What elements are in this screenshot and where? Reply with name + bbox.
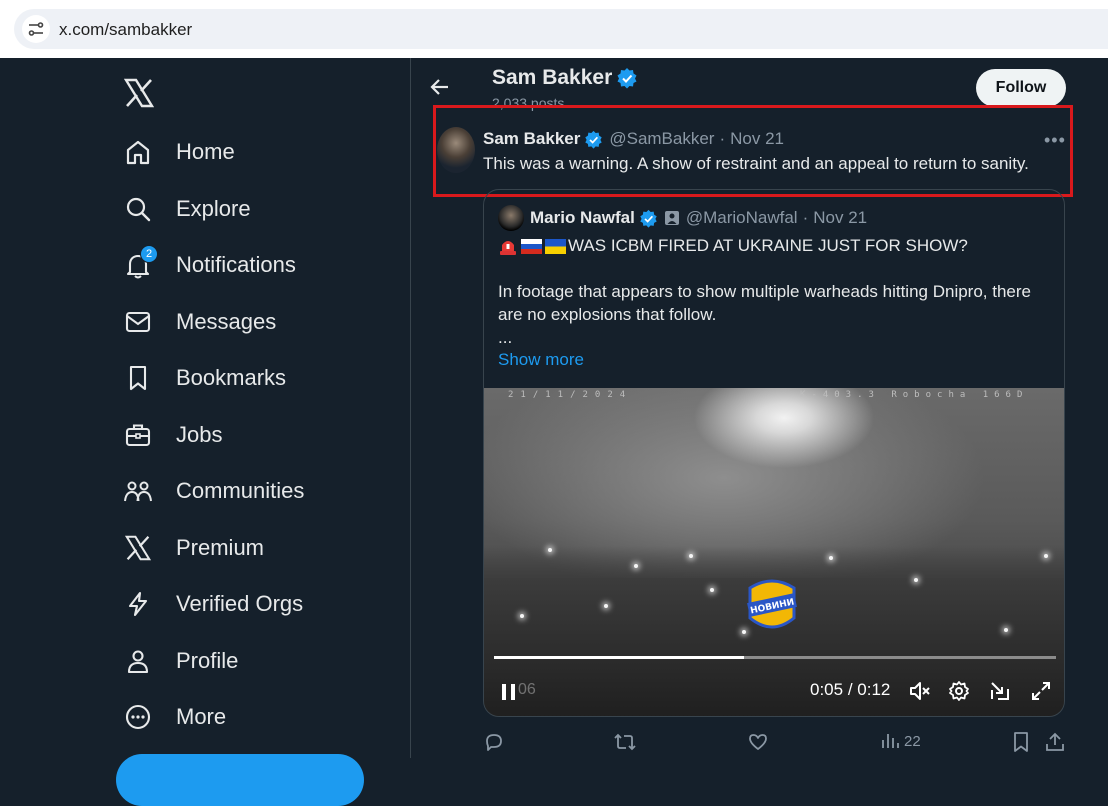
- nav-bookmarks[interactable]: Bookmarks: [122, 358, 286, 398]
- video-current-time: 0:05: [810, 680, 844, 699]
- site-info-icon[interactable]: [22, 15, 50, 43]
- nav-communities-label: Communities: [176, 478, 305, 503]
- video-light: [1004, 628, 1008, 632]
- video-camera-overlay: K-403.3 Robocha 166D: [800, 390, 1029, 400]
- verified-badge-icon: [616, 67, 638, 89]
- address-bar[interactable]: x.com/sambakker: [14, 9, 1108, 49]
- pip-icon[interactable]: [989, 680, 1011, 707]
- quote-headline: WAS ICBM FIRED AT UKRAINE JUST FOR SHOW?: [498, 236, 968, 256]
- nav-messages[interactable]: Messages: [122, 302, 276, 342]
- highlight-box: [433, 105, 1073, 197]
- nav-verified-orgs-label: Verified Orgs: [176, 591, 304, 616]
- nav-explore[interactable]: Explore: [122, 189, 251, 229]
- quoted-tweet[interactable]: Mario Nawfal @MarioNawfal · Nov 21 WAS I…: [483, 189, 1065, 717]
- news-channel-logo: НОВИНИ: [742, 574, 802, 638]
- video-light: [710, 588, 714, 592]
- russia-flag-icon: [521, 238, 542, 254]
- url-text: x.com/sambakker: [59, 20, 193, 39]
- quote-ellipsis: ...: [498, 328, 513, 347]
- nav-profile[interactable]: Profile: [122, 641, 238, 681]
- nav-jobs-label: Jobs: [176, 422, 223, 447]
- nav-explore-label: Explore: [176, 196, 251, 221]
- nav-home-label: Home: [176, 139, 235, 164]
- repost-icon[interactable]: [613, 731, 637, 753]
- more-circle-icon: [122, 701, 154, 733]
- views-count: 22: [904, 732, 921, 750]
- nav-more[interactable]: More: [122, 697, 226, 737]
- video-time: 0:05 / 0:12: [810, 680, 890, 700]
- nav-messages-label: Messages: [176, 309, 277, 334]
- ghost-time: 06: [518, 681, 536, 698]
- people-icon: [122, 475, 154, 507]
- x-logo-icon: [122, 532, 154, 564]
- nav-notifications-label: Notifications: [176, 252, 296, 277]
- quote-separator: ·: [802, 208, 809, 227]
- bell-icon: 2: [122, 245, 158, 281]
- like-icon[interactable]: [747, 731, 769, 753]
- nav-notifications[interactable]: 2 Notifications: [122, 245, 296, 285]
- home-icon: [122, 136, 154, 168]
- quote-body: In footage that appears to show multiple…: [498, 282, 1031, 324]
- tweet-actions: 22: [483, 729, 1067, 757]
- nav-premium[interactable]: Premium: [122, 528, 264, 568]
- video-light: [604, 604, 608, 608]
- video-light: [634, 564, 638, 568]
- quote-headline-text: WAS ICBM FIRED AT UKRAINE JUST FOR SHOW?: [568, 236, 968, 255]
- notification-badge: 2: [140, 245, 158, 263]
- browser-toolbar: x.com/sambakker: [0, 0, 1108, 58]
- bookmark-icon[interactable]: [1011, 731, 1031, 753]
- video-player[interactable]: 21/11/2024 K-403.3 Robocha 166D НОВИНИ 0…: [484, 388, 1064, 716]
- video-light: [689, 554, 693, 558]
- show-more-link[interactable]: Show more: [498, 350, 584, 370]
- nav-jobs[interactable]: Jobs: [122, 415, 222, 455]
- profile-name: Sam Bakker: [492, 66, 638, 90]
- nav-verified-orgs[interactable]: Verified Orgs: [122, 584, 303, 624]
- post-button[interactable]: [116, 754, 364, 806]
- search-icon: [122, 193, 154, 225]
- verified-badge-icon: [639, 209, 658, 228]
- nav-bookmarks-label: Bookmarks: [176, 365, 287, 390]
- video-duration: 0:12: [857, 680, 891, 699]
- video-progress-bar[interactable]: [494, 656, 1056, 659]
- video-light: [520, 614, 524, 618]
- affiliate-badge-icon: [664, 210, 680, 226]
- video-light: [829, 556, 833, 560]
- bookmark-icon: [122, 362, 154, 394]
- quote-author-handle[interactable]: @MarioNawfal: [686, 208, 798, 228]
- video-time-sep: /: [843, 680, 858, 699]
- follow-button[interactable]: Follow: [976, 69, 1066, 107]
- ukraine-flag-icon: [545, 238, 566, 254]
- pause-icon[interactable]: [500, 682, 518, 707]
- video-light: [1044, 554, 1048, 558]
- nav-home[interactable]: Home: [122, 132, 235, 172]
- video-timestamp-overlay: 21/11/2024: [508, 390, 633, 400]
- briefcase-icon: [122, 419, 154, 451]
- views-stat[interactable]: 22: [880, 731, 921, 751]
- mute-icon[interactable]: [908, 680, 932, 707]
- envelope-icon: [122, 306, 154, 338]
- quote-avatar[interactable]: [498, 205, 524, 231]
- quote-date[interactable]: Nov 21: [813, 208, 867, 228]
- quote-author-name[interactable]: Mario Nawfal: [530, 208, 635, 228]
- video-progress-fill: [494, 656, 745, 659]
- fullscreen-icon[interactable]: [1030, 680, 1052, 707]
- settings-gear-icon[interactable]: [948, 680, 970, 707]
- views-icon: [880, 731, 900, 751]
- video-light: [914, 578, 918, 582]
- back-arrow-icon[interactable]: [429, 76, 451, 103]
- lightning-icon: [122, 588, 154, 620]
- nav-communities[interactable]: Communities: [122, 471, 304, 511]
- nav-more-label: More: [176, 704, 227, 729]
- nav-profile-label: Profile: [176, 648, 239, 673]
- nav-premium-label: Premium: [176, 535, 265, 560]
- reply-icon[interactable]: [483, 731, 505, 753]
- person-icon: [122, 645, 154, 677]
- quote-header: Mario Nawfal @MarioNawfal · Nov 21: [530, 208, 867, 228]
- share-icon[interactable]: [1044, 731, 1066, 753]
- video-light: [548, 548, 552, 552]
- profile-name-text: Sam Bakker: [492, 66, 613, 89]
- siren-emoji-icon: [498, 236, 518, 256]
- x-logo-icon[interactable]: [123, 78, 155, 108]
